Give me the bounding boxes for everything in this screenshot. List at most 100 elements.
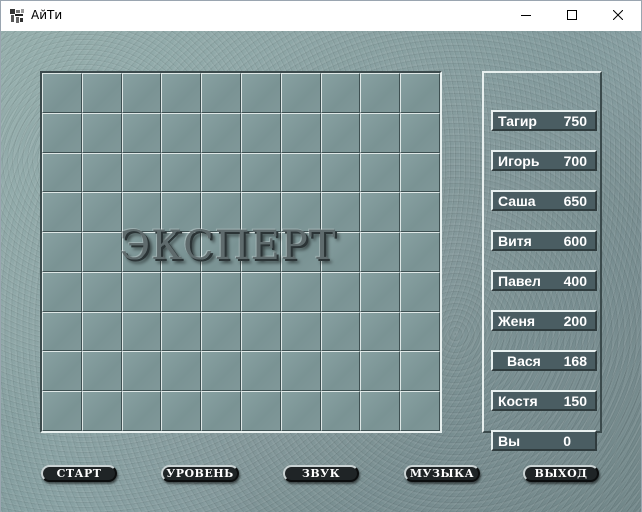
board-cell[interactable] xyxy=(360,112,401,153)
board-cell[interactable] xyxy=(161,192,202,233)
board-cell[interactable] xyxy=(320,232,361,272)
board-cell[interactable] xyxy=(280,73,321,113)
board-cell[interactable] xyxy=(121,271,162,312)
board-cell[interactable] xyxy=(201,351,241,392)
board-cell[interactable] xyxy=(320,152,361,193)
board-cell[interactable] xyxy=(121,192,162,233)
board-cell[interactable] xyxy=(201,152,241,193)
board-cell[interactable] xyxy=(201,112,241,153)
board-cell[interactable] xyxy=(360,391,401,431)
board-cell[interactable] xyxy=(161,351,202,392)
board-cell[interactable] xyxy=(201,311,241,352)
maximize-button[interactable] xyxy=(549,1,595,31)
board-cell[interactable] xyxy=(360,351,401,392)
board-cell[interactable] xyxy=(400,73,440,113)
board-cell[interactable] xyxy=(240,112,281,153)
board-cell[interactable] xyxy=(42,112,82,153)
board-cell[interactable] xyxy=(121,351,162,392)
board-cell[interactable] xyxy=(81,391,122,431)
board-cell[interactable] xyxy=(81,232,122,272)
board-cell[interactable] xyxy=(240,391,281,431)
board-cell[interactable] xyxy=(320,311,361,352)
board-cell[interactable] xyxy=(161,232,202,272)
title-bar[interactable]: АйТи xyxy=(1,1,641,31)
board-cell[interactable] xyxy=(320,73,361,113)
board-cell[interactable] xyxy=(400,351,440,392)
board-cell[interactable] xyxy=(280,112,321,153)
board-cell[interactable] xyxy=(320,351,361,392)
board-cell[interactable] xyxy=(42,192,82,233)
music-button[interactable]: МУЗЫКА xyxy=(404,465,480,482)
board-cell[interactable] xyxy=(42,311,82,352)
board-cell[interactable] xyxy=(42,351,82,392)
board-cell[interactable] xyxy=(400,311,440,352)
board-cell[interactable] xyxy=(161,271,202,312)
board-cell[interactable] xyxy=(280,152,321,193)
board-cell[interactable] xyxy=(81,351,122,392)
board-cell[interactable] xyxy=(81,192,122,233)
board-cell[interactable] xyxy=(240,351,281,392)
board-cell[interactable] xyxy=(240,311,281,352)
board-cell[interactable] xyxy=(400,232,440,272)
game-board[interactable] xyxy=(40,71,442,433)
board-cell[interactable] xyxy=(42,73,82,113)
board-cell[interactable] xyxy=(360,192,401,233)
board-cell[interactable] xyxy=(161,112,202,153)
board-cell[interactable] xyxy=(320,391,361,431)
board-cell[interactable] xyxy=(201,192,241,233)
board-cell[interactable] xyxy=(240,73,281,113)
board-cell[interactable] xyxy=(280,192,321,233)
board-cell[interactable] xyxy=(360,271,401,312)
board-cell[interactable] xyxy=(201,232,241,272)
board-cell[interactable] xyxy=(360,73,401,113)
board-cell[interactable] xyxy=(400,391,440,431)
board-cell[interactable] xyxy=(400,152,440,193)
board-cell[interactable] xyxy=(42,232,82,272)
board-cell[interactable] xyxy=(320,112,361,153)
board-cell[interactable] xyxy=(400,192,440,233)
board-cell[interactable] xyxy=(320,192,361,233)
start-button[interactable]: СТАРТ xyxy=(41,465,117,482)
board-cell[interactable] xyxy=(280,232,321,272)
board-cell[interactable] xyxy=(161,152,202,193)
board-cell[interactable] xyxy=(360,152,401,193)
exit-button[interactable]: ВЫХОД xyxy=(523,465,599,482)
board-cell[interactable] xyxy=(360,311,401,352)
board-cell[interactable] xyxy=(320,271,361,312)
board-cell[interactable] xyxy=(81,152,122,193)
board-cell[interactable] xyxy=(121,311,162,352)
board-cell[interactable] xyxy=(240,152,281,193)
board-cell[interactable] xyxy=(360,232,401,272)
board-cell[interactable] xyxy=(81,311,122,352)
board-cell[interactable] xyxy=(161,391,202,431)
board-cell[interactable] xyxy=(400,271,440,312)
close-button[interactable] xyxy=(595,1,641,31)
board-cell[interactable] xyxy=(280,351,321,392)
board-cell[interactable] xyxy=(201,73,241,113)
board-cell[interactable] xyxy=(161,311,202,352)
board-cell[interactable] xyxy=(280,271,321,312)
board-cell[interactable] xyxy=(81,112,122,153)
board-cell[interactable] xyxy=(240,192,281,233)
board-cell[interactable] xyxy=(121,391,162,431)
board-cell[interactable] xyxy=(201,271,241,312)
minimize-button[interactable] xyxy=(503,1,549,31)
board-cell[interactable] xyxy=(81,73,122,113)
board-cell[interactable] xyxy=(121,73,162,113)
board-cell[interactable] xyxy=(42,152,82,193)
board-cell[interactable] xyxy=(121,152,162,193)
board-cell[interactable] xyxy=(42,391,82,431)
board-cell[interactable] xyxy=(280,311,321,352)
board-cell[interactable] xyxy=(240,271,281,312)
board-cell[interactable] xyxy=(42,271,82,312)
board-cell[interactable] xyxy=(161,73,202,113)
board-cell[interactable] xyxy=(121,232,162,272)
sound-button[interactable]: ЗВУК xyxy=(283,465,359,482)
board-cell[interactable] xyxy=(201,391,241,431)
board-cell[interactable] xyxy=(280,391,321,431)
level-button[interactable]: УРОВЕНЬ xyxy=(161,465,239,482)
board-cell[interactable] xyxy=(240,232,281,272)
board-cell[interactable] xyxy=(121,112,162,153)
board-cell[interactable] xyxy=(400,112,440,153)
board-cell[interactable] xyxy=(81,271,122,312)
